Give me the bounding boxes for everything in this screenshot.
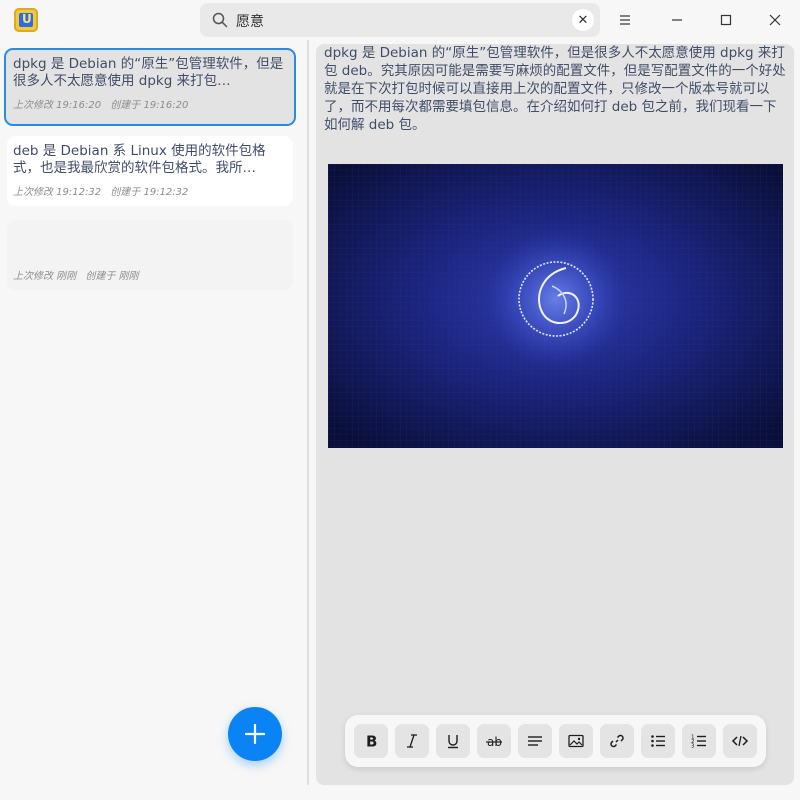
numbered-list-icon[interactable]: 123 xyxy=(682,724,716,758)
note-title: deb 是 Debian 系 Linux 使用的软件包格式，也是我最欣赏的软件包… xyxy=(13,143,266,176)
svg-text:B: B xyxy=(366,733,377,751)
note-modified: 上次修改 19:16:20 xyxy=(13,100,102,111)
note-meta: 上次修改 刚刚 创建于 刚刚 xyxy=(13,267,287,282)
divider-line-icon[interactable] xyxy=(518,724,552,758)
insert-image-icon[interactable] xyxy=(559,724,593,758)
note-editor[interactable]: dpkg 是 Debian 的“原生”包管理软件，但是很多人不太愿意使用 dpk… xyxy=(316,44,794,785)
italic-icon[interactable] xyxy=(395,724,429,758)
close-icon[interactable] xyxy=(760,5,790,35)
note-title: dpkg 是 Debian 的“原生”包管理软件，但是很多人不太愿意使用 dpk… xyxy=(13,56,284,89)
note-created: 创建于 19:16:20 xyxy=(110,100,189,111)
note-meta: 上次修改 19:12:32 创建于 19:12:32 xyxy=(13,183,287,198)
note-item-2[interactable]: deb 是 Debian 系 Linux 使用的软件包格式，也是我最欣赏的软件包… xyxy=(7,136,293,206)
note-body-text[interactable]: dpkg 是 Debian 的“原生”包管理软件，但是很多人不太愿意使用 dpk… xyxy=(324,44,790,134)
note-modified: 上次修改 刚刚 xyxy=(13,271,77,282)
note-created: 创建于 刚刚 xyxy=(85,271,139,282)
svg-text:3: 3 xyxy=(691,744,695,750)
underline-icon[interactable] xyxy=(436,724,470,758)
note-title xyxy=(13,227,287,261)
note-item-3[interactable]: 上次修改 刚刚 创建于 刚刚 xyxy=(7,220,293,290)
note-created: 创建于 19:12:32 xyxy=(110,187,189,198)
search-icon xyxy=(212,12,228,28)
minimize-icon[interactable] xyxy=(662,5,692,35)
note-meta: 上次修改 19:16:20 创建于 19:16:20 xyxy=(13,96,287,111)
notes-app-icon: U xyxy=(14,8,38,32)
maximize-icon[interactable] xyxy=(711,5,741,35)
link-icon[interactable] xyxy=(600,724,634,758)
clear-icon[interactable]: ✕ xyxy=(572,9,594,31)
strikethrough-icon[interactable]: ab xyxy=(477,724,511,758)
app-icon-letter: U xyxy=(22,12,32,26)
bold-icon[interactable]: B xyxy=(354,724,388,758)
note-modified: 上次修改 19:12:32 xyxy=(13,187,102,198)
deepin-logo-wallpaper[interactable] xyxy=(328,164,783,448)
title-bar: U 愿意 ✕ xyxy=(0,0,800,40)
note-item-1[interactable]: dpkg 是 Debian 的“原生”包管理软件，但是很多人不太愿意使用 dpk… xyxy=(4,48,296,126)
bulleted-list-icon[interactable] xyxy=(641,724,675,758)
add-note-button[interactable] xyxy=(228,707,282,761)
search-input[interactable]: 愿意 xyxy=(236,11,264,31)
menu-icon[interactable] xyxy=(610,5,640,35)
formatting-toolbar: B ab 123 xyxy=(345,715,766,767)
sidebar-divider[interactable] xyxy=(307,40,309,785)
code-icon[interactable] xyxy=(723,724,757,758)
plus-icon xyxy=(244,723,266,745)
search-box[interactable]: 愿意 ✕ xyxy=(200,3,600,37)
